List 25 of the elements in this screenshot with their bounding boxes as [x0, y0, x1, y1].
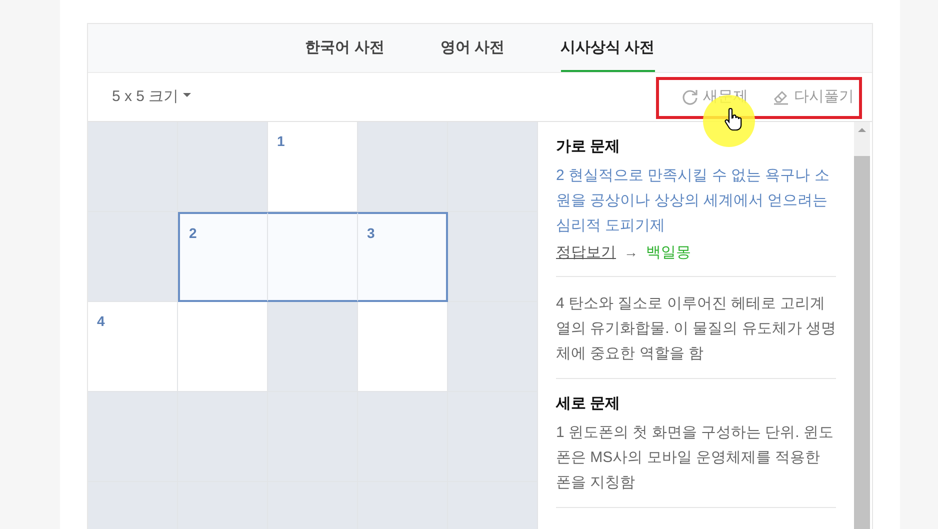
- size-dropdown[interactable]: 5 x 5 크기: [112, 86, 190, 108]
- show-answer-link[interactable]: 정답보기: [556, 242, 616, 264]
- clue-text[interactable]: 2 현실적으로 만족시킬 수 없는 욕구나 소원을 공상이나 상상의 세계에서 얻으려는 심리적 도피기제: [556, 162, 836, 238]
- cell-number: 2: [189, 224, 197, 243]
- clue-text[interactable]: 1 윈도폰의 첫 화면을 구성하는 단위. 윈도폰은 MS사의 모바일 운영체제를 적용한 폰을 지칭함: [556, 420, 836, 494]
- arrow-text: →: [624, 243, 638, 262]
- puzzle-cell[interactable]: [268, 212, 358, 302]
- eraser-icon: [772, 88, 790, 106]
- cell-number: 3: [367, 224, 375, 243]
- cell-number: 4: [97, 312, 105, 331]
- scrollbar[interactable]: [854, 122, 870, 529]
- clue-heading: 가로 문제: [556, 137, 622, 157]
- tab[interactable]: 한국어 사전: [305, 24, 384, 72]
- clue-heading: 세로 문제: [556, 394, 622, 414]
- hand-cursor-icon: [724, 108, 742, 132]
- puzzle-cell[interactable]: 3: [358, 212, 448, 302]
- tab[interactable]: 시사상식 사전: [560, 24, 655, 72]
- puzzle-cell[interactable]: 2: [178, 212, 268, 302]
- cell-number: 1: [277, 132, 285, 151]
- puzzle-cell[interactable]: 4: [88, 302, 178, 392]
- clue-text[interactable]: 4 탄소와 질소로 이루어진 헤테로 고리계열의 유기화합물. 이 물질의 유도체가 생명체에 중요한 역할을 함: [556, 291, 836, 366]
- answer-text: 백일몽: [646, 242, 691, 262]
- puzzle-cell[interactable]: 1: [268, 122, 358, 212]
- tab[interactable]: 영어 사전: [440, 24, 505, 72]
- refresh-icon: [681, 88, 699, 106]
